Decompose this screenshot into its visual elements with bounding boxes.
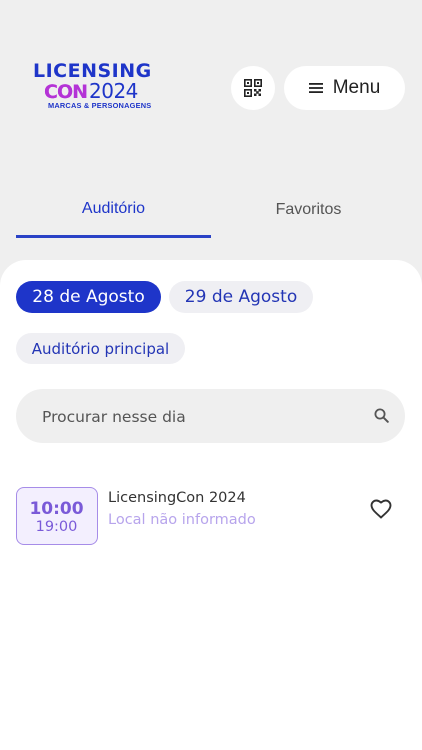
logo-year: 2024: [89, 79, 138, 103]
event-list-item[interactable]: 10:00 19:00 LicensingCon 2024 Local não …: [16, 487, 406, 549]
licensingcon-logo[interactable]: LICENSING CON 2024 MARCAS & PERSONAGENS: [33, 60, 158, 112]
search-bar: [16, 389, 405, 445]
event-time-box: 10:00 19:00: [16, 487, 98, 545]
logo-tagline: MARCAS & PERSONAGENS: [48, 101, 152, 110]
hamburger-icon: [308, 83, 323, 93]
qr-code-icon: [244, 79, 262, 97]
search-input[interactable]: [40, 389, 364, 445]
room-chip-auditorio-principal[interactable]: Auditório principal: [16, 333, 185, 364]
qr-code-button[interactable]: [231, 66, 275, 110]
tab-auditorio[interactable]: Auditório: [16, 190, 211, 238]
date-chip-28-agosto[interactable]: 28 de Agosto: [16, 281, 161, 313]
date-chip-29-agosto[interactable]: 29 de Agosto: [169, 281, 313, 313]
event-start-time: 10:00: [29, 499, 84, 519]
event-end-time: 19:00: [35, 519, 78, 535]
schedule-panel: 28 de Agosto 29 de Agosto Auditório prin…: [0, 260, 422, 750]
app-header: LICENSING CON 2024 MARCAS & PERSONAGENS M…: [0, 0, 422, 150]
menu-label: Menu: [332, 77, 381, 98]
logo-con-year: CON 2024: [44, 79, 138, 103]
event-location: Local não informado: [108, 512, 256, 528]
heart-icon[interactable]: [369, 497, 393, 521]
logo-con: CON: [44, 81, 88, 103]
tab-favoritos[interactable]: Favoritos: [211, 190, 406, 238]
event-title: LicensingCon 2024: [108, 490, 246, 506]
menu-button[interactable]: Menu: [284, 66, 405, 110]
tab-bar: Auditório Favoritos: [16, 190, 406, 238]
search-icon[interactable]: [374, 408, 389, 423]
